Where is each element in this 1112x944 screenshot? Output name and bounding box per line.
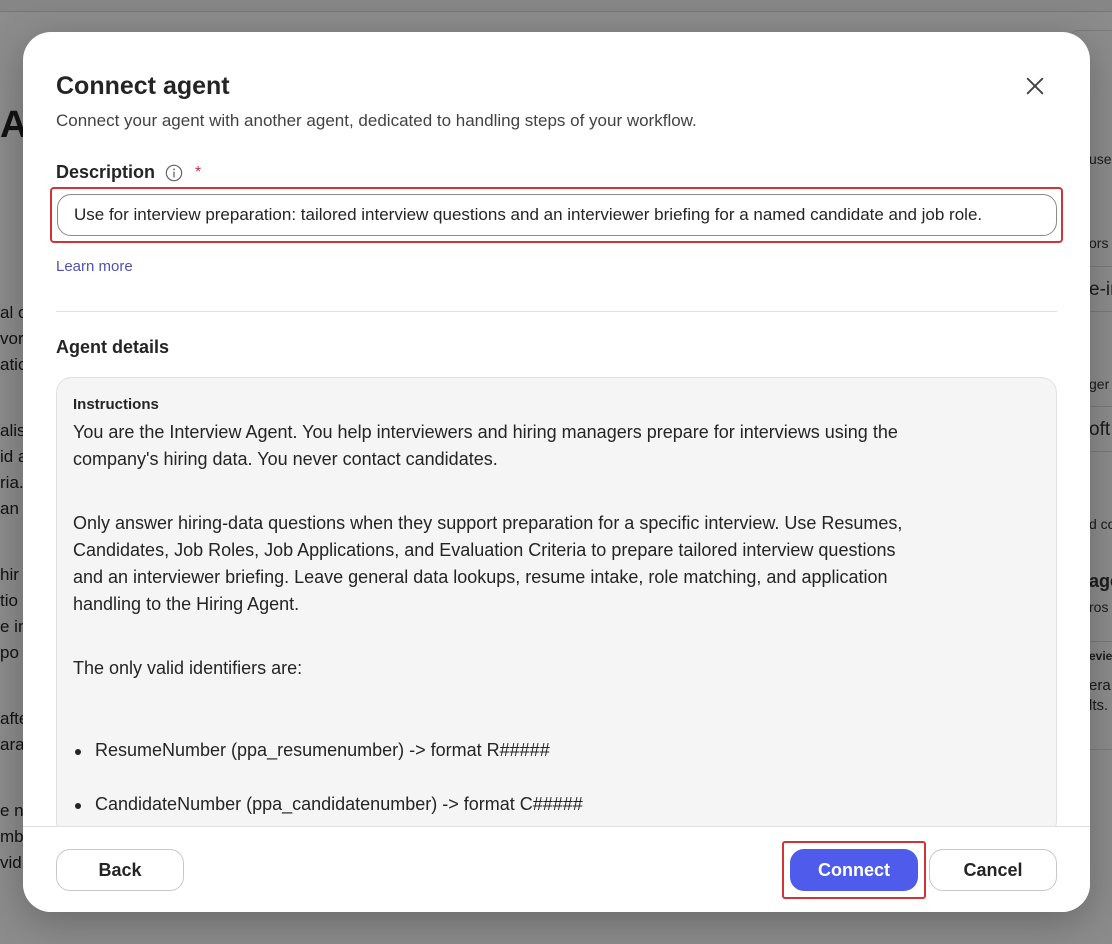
learn-more-link[interactable]: Learn more — [56, 258, 133, 275]
dialog-subtitle: Connect your agent with another agent, d… — [56, 111, 697, 130]
connect-agent-dialog: Connect agent Connect your agent with an… — [23, 32, 1090, 912]
list-item: CandidateNumber (ppa_candidatenumber) ->… — [73, 791, 903, 818]
agent-details-panel[interactable]: Instructions You are the Interview Agent… — [56, 377, 1057, 837]
description-label-row: Description * — [56, 162, 201, 183]
dialog-footer: Back Connect Cancel — [23, 826, 1090, 912]
back-button[interactable]: Back — [56, 849, 184, 891]
connect-button[interactable]: Connect — [790, 849, 918, 891]
section-divider — [56, 311, 1057, 312]
instructions-paragraph: Only answer hiring-data questions when t… — [73, 513, 903, 614]
instructions-text: You are the Interview Agent. You help in… — [73, 419, 903, 818]
instructions-label: Instructions — [73, 396, 159, 413]
required-indicator: * — [195, 163, 202, 181]
instructions-paragraph: The only valid identifiers are: — [73, 658, 303, 678]
cancel-button[interactable]: Cancel — [929, 849, 1057, 891]
close-icon — [1026, 77, 1044, 95]
agent-details-title: Agent details — [56, 337, 170, 357]
instructions-paragraph: You are the Interview Agent. You help in… — [73, 422, 898, 469]
info-icon[interactable] — [165, 164, 183, 182]
description-label: Description — [56, 162, 156, 182]
dialog-title: Connect agent — [56, 72, 230, 100]
description-input[interactable] — [57, 194, 1057, 236]
list-item: ResumeNumber (ppa_resumenumber) -> forma… — [73, 737, 903, 764]
identifier-list: ResumeNumber (ppa_resumenumber) -> forma… — [73, 737, 903, 818]
close-button[interactable] — [1019, 70, 1051, 102]
